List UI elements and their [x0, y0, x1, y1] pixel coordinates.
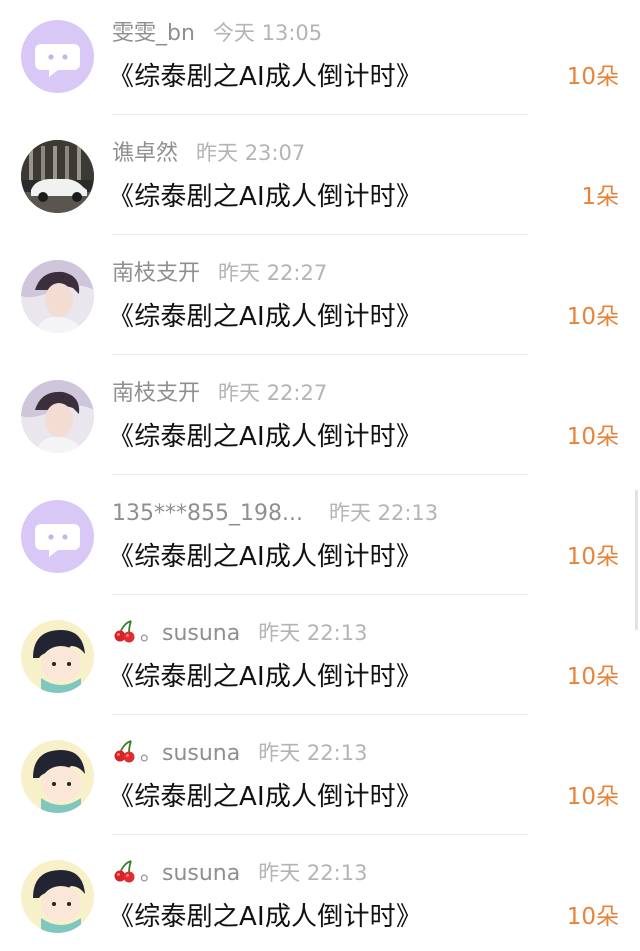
comment-meta: 。susuna 昨天 22:13: [112, 858, 367, 888]
gift-count: 10朵: [566, 304, 619, 330]
gift-count: 10朵: [566, 784, 619, 810]
comment-meta: 南枝支开 昨天 22:27: [112, 378, 327, 408]
cartoon-boy-avatar[interactable]: [21, 620, 94, 693]
timestamp: 昨天 23:07: [196, 141, 306, 165]
gift-count: 10朵: [566, 424, 619, 450]
username[interactable]: 。susuna: [140, 861, 240, 886]
username[interactable]: 135***855_198...: [112, 501, 303, 526]
timestamp: 昨天 22:13: [258, 621, 368, 645]
username[interactable]: 雯雯_bn: [112, 21, 195, 46]
book-title[interactable]: 《综泰剧之AI成人倒计时》: [108, 297, 422, 337]
username[interactable]: 南枝支开: [112, 381, 200, 406]
list-item[interactable]: 谯卓然 昨天 23:07 《综泰剧之AI成人倒计时》 1朵: [0, 120, 640, 240]
gift-count: 10朵: [566, 64, 619, 90]
person-photo-avatar[interactable]: [21, 380, 94, 453]
divider: [112, 594, 528, 595]
list-item[interactable]: 南枝支开 昨天 22:27 《综泰剧之AI成人倒计时》 10朵: [0, 360, 640, 480]
car-photo-avatar[interactable]: [21, 140, 94, 213]
book-title[interactable]: 《综泰剧之AI成人倒计时》: [108, 177, 422, 217]
person-photo-avatar[interactable]: [21, 260, 94, 333]
list-item[interactable]: 。susuna 昨天 22:13 《综泰剧之AI成人倒计时》 10朵: [0, 600, 640, 720]
username[interactable]: 。susuna: [140, 621, 240, 646]
book-title[interactable]: 《综泰剧之AI成人倒计时》: [108, 57, 422, 97]
divider: [112, 834, 528, 835]
list-item[interactable]: 雯雯_bn 今天 13:05 《综泰剧之AI成人倒计时》 10朵: [0, 0, 640, 120]
chat-bubble-avatar[interactable]: [21, 20, 94, 93]
book-title[interactable]: 《综泰剧之AI成人倒计时》: [108, 537, 422, 577]
book-title[interactable]: 《综泰剧之AI成人倒计时》: [108, 777, 422, 817]
scrollbar[interactable]: [635, 490, 638, 630]
timestamp: 今天 13:05: [212, 21, 323, 45]
divider: [112, 354, 528, 355]
gift-count: 10朵: [566, 664, 619, 690]
comment-meta: 。susuna 昨天 22:13: [112, 618, 367, 648]
list-item[interactable]: 。susuna 昨天 22:13 《综泰剧之AI成人倒计时》 10朵: [0, 720, 640, 840]
comment-meta: 谯卓然 昨天 23:07: [112, 138, 305, 168]
comment-meta: 南枝支开 昨天 22:27: [112, 258, 327, 288]
username[interactable]: 。susuna: [140, 741, 240, 766]
cartoon-boy-avatar[interactable]: [21, 740, 94, 813]
comment-meta: 135***855_198... 昨天 22:13: [112, 498, 438, 528]
book-title[interactable]: 《综泰剧之AI成人倒计时》: [108, 897, 422, 937]
divider: [112, 234, 528, 235]
comment-meta: 雯雯_bn 今天 13:05: [112, 18, 322, 48]
timestamp: 昨天 22:27: [218, 381, 328, 405]
gift-count: 1朵: [581, 184, 619, 210]
username[interactable]: 南枝支开: [112, 261, 200, 286]
divider: [112, 114, 528, 115]
divider: [112, 714, 528, 715]
list-item[interactable]: 135***855_198... 昨天 22:13 《综泰剧之AI成人倒计时》 1…: [0, 480, 640, 600]
cherry-icon: [112, 619, 136, 652]
cherry-icon: [112, 739, 136, 772]
comment-meta: 。susuna 昨天 22:13: [112, 738, 367, 768]
gift-record-list: 雯雯_bn今天 13:05 《综泰剧之AI成人倒计时》 10朵 谯卓然昨天: [0, 0, 640, 951]
cherry-icon: [112, 859, 136, 892]
gift-count: 10朵: [566, 904, 619, 930]
divider: [112, 474, 528, 475]
gift-count: 10朵: [566, 544, 619, 570]
timestamp: 昨天 22:13: [328, 501, 439, 525]
chat-bubble-avatar[interactable]: [21, 500, 94, 573]
timestamp: 昨天 22:13: [258, 741, 368, 765]
list-item[interactable]: 。susuna 昨天 22:13 《综泰剧之AI成人倒计时》 10朵: [0, 840, 640, 951]
timestamp: 昨天 22:13: [258, 861, 368, 885]
book-title[interactable]: 《综泰剧之AI成人倒计时》: [108, 417, 422, 457]
timestamp: 昨天 22:27: [218, 261, 328, 285]
list-item[interactable]: 南枝支开 昨天 22:27 《综泰剧之AI成人倒计时》 10朵: [0, 240, 640, 360]
cartoon-boy-avatar[interactable]: [21, 860, 94, 933]
username[interactable]: 谯卓然: [112, 141, 178, 166]
book-title[interactable]: 《综泰剧之AI成人倒计时》: [108, 657, 422, 697]
